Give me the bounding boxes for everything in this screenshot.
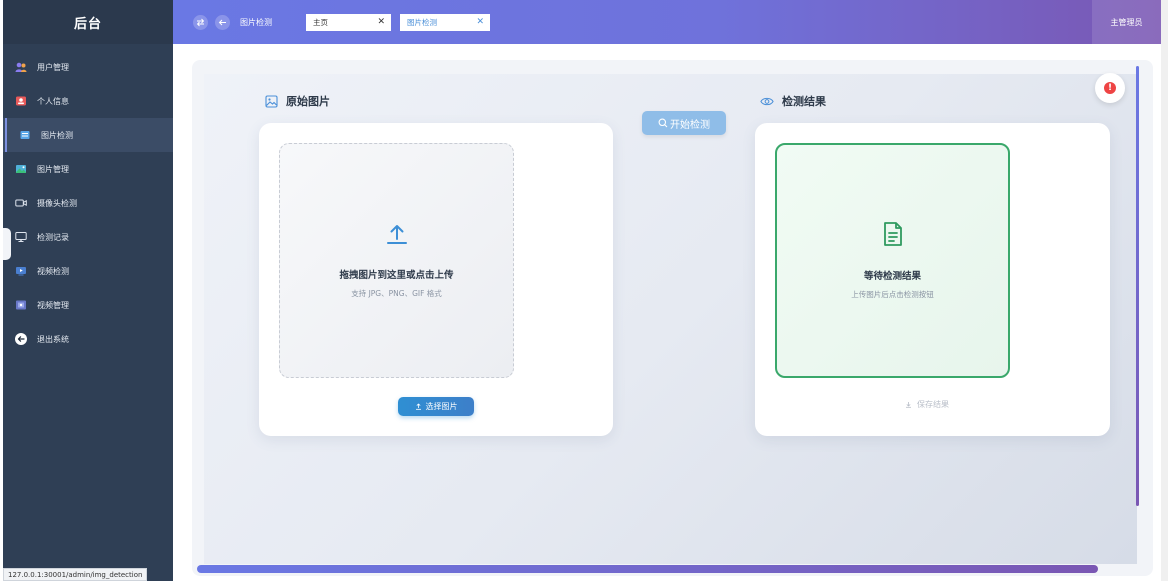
sidebar-item-label: 视频管理 bbox=[37, 300, 69, 310]
sidebar-item-label: 检测记录 bbox=[37, 232, 69, 242]
tab-label: 主页 bbox=[313, 17, 328, 27]
select-image-button[interactable]: 选择图片 bbox=[398, 397, 474, 416]
camera-icon bbox=[15, 197, 27, 209]
sidebar-item-image-management[interactable]: 图片管理 bbox=[3, 152, 173, 186]
sidebar-item-image-detection[interactable]: 图片检测 bbox=[3, 118, 173, 152]
status-bar-url: 127.0.0.1:30001/admin/img_detection bbox=[3, 568, 148, 581]
video-manage-icon bbox=[15, 299, 27, 311]
start-detection-button[interactable]: 开始检测 bbox=[642, 111, 726, 135]
save-result-button[interactable]: 保存结果 bbox=[905, 399, 949, 410]
result-display: 等待检测结果 上传图片后点击检测按钮 bbox=[775, 143, 1010, 378]
video-icon bbox=[15, 265, 27, 277]
sidebar-item-logout[interactable]: 退出系统 bbox=[3, 322, 173, 356]
sidebar-item-video-management[interactable]: 视频管理 bbox=[3, 288, 173, 322]
close-icon[interactable]: ✕ bbox=[377, 17, 385, 27]
tab-label: 图片检测 bbox=[407, 17, 437, 27]
page-scrollbar[interactable] bbox=[1161, 0, 1168, 581]
sidebar: 后台 用户管理 个人信息 图片检测 图片管理 摄像头检测 检测记录 视频检测 视… bbox=[3, 0, 173, 581]
original-image-panel: 拖拽图片到这里或点击上传 支持 JPG、PNG、GIF 格式 选择图片 bbox=[259, 123, 613, 436]
select-image-label: 选择图片 bbox=[425, 402, 458, 411]
tab-image-detection[interactable]: 图片检测 ✕ bbox=[400, 13, 490, 31]
user-name: 主管理员 bbox=[1110, 17, 1143, 27]
sidebar-menu: 用户管理 个人信息 图片检测 图片管理 摄像头检测 检测记录 视频检测 视频管理… bbox=[3, 44, 173, 356]
document-icon bbox=[881, 221, 905, 250]
swap-icon[interactable] bbox=[193, 14, 208, 30]
detection-result-title: 检测结果 bbox=[760, 93, 826, 109]
user-menu[interactable]: 主管理员 bbox=[1092, 0, 1161, 44]
upload-icon bbox=[385, 222, 409, 249]
sidebar-item-label: 视频检测 bbox=[37, 266, 69, 276]
back-arrow-icon[interactable] bbox=[215, 14, 230, 30]
picture-icon bbox=[264, 94, 278, 108]
list-icon bbox=[19, 129, 31, 141]
sidebar-item-user-management[interactable]: 用户管理 bbox=[3, 50, 173, 84]
sidebar-item-label: 图片管理 bbox=[37, 164, 69, 174]
sidebar-item-label: 用户管理 bbox=[37, 62, 69, 72]
horizontal-scrollbar[interactable] bbox=[197, 565, 1098, 573]
upload-hint-text: 支持 JPG、PNG、GIF 格式 bbox=[351, 289, 442, 298]
sidebar-title: 后台 bbox=[3, 0, 173, 44]
section-title-text: 检测结果 bbox=[782, 95, 826, 108]
sidebar-item-label: 个人信息 bbox=[37, 96, 69, 106]
result-main-text: 等待检测结果 bbox=[863, 271, 921, 282]
image-icon bbox=[15, 163, 27, 175]
sidebar-item-label: 退出系统 bbox=[37, 334, 69, 344]
start-detection-label: 开始检测 bbox=[670, 119, 710, 131]
sidebar-item-label: 摄像头检测 bbox=[37, 198, 77, 208]
sidebar-item-label: 图片检测 bbox=[41, 130, 73, 140]
alert-button[interactable]: ! bbox=[1095, 73, 1125, 103]
tab-home[interactable]: 主页 ✕ bbox=[306, 13, 391, 31]
section-title-text: 原始图片 bbox=[286, 95, 330, 108]
top-header: 图片检测 主页 ✕ 图片检测 ✕ 主管理员 bbox=[173, 0, 1161, 44]
search-icon bbox=[658, 118, 668, 128]
original-image-title: 原始图片 bbox=[264, 93, 330, 109]
result-hint-text: 上传图片后点击检测按钮 bbox=[851, 290, 934, 299]
sidebar-item-video-detection[interactable]: 视频检测 bbox=[3, 254, 173, 288]
download-icon bbox=[905, 401, 912, 408]
save-result-label: 保存结果 bbox=[917, 400, 949, 409]
detection-result-panel: 等待检测结果 上传图片后点击检测按钮 保存结果 bbox=[755, 123, 1110, 436]
close-icon[interactable]: ✕ bbox=[476, 17, 484, 27]
sidebar-item-personal-info[interactable]: 个人信息 bbox=[3, 84, 173, 118]
users-icon bbox=[15, 61, 27, 73]
vertical-scrollbar[interactable] bbox=[1136, 66, 1139, 506]
page-title: 图片检测 bbox=[240, 17, 272, 27]
upload-main-text: 拖拽图片到这里或点击上传 bbox=[339, 270, 454, 281]
upload-small-icon bbox=[415, 403, 422, 410]
eye-icon bbox=[760, 94, 774, 108]
alert-icon: ! bbox=[1104, 82, 1116, 94]
sidebar-item-camera-detection[interactable]: 摄像头检测 bbox=[3, 186, 173, 220]
sidebar-item-detection-records[interactable]: 检测记录 bbox=[3, 220, 173, 254]
sidebar-collapse-handle[interactable] bbox=[3, 228, 11, 260]
upload-dropzone[interactable]: 拖拽图片到这里或点击上传 支持 JPG、PNG、GIF 格式 bbox=[279, 143, 514, 378]
logout-icon bbox=[15, 333, 27, 345]
monitor-icon bbox=[15, 231, 27, 243]
id-card-icon bbox=[15, 95, 27, 107]
